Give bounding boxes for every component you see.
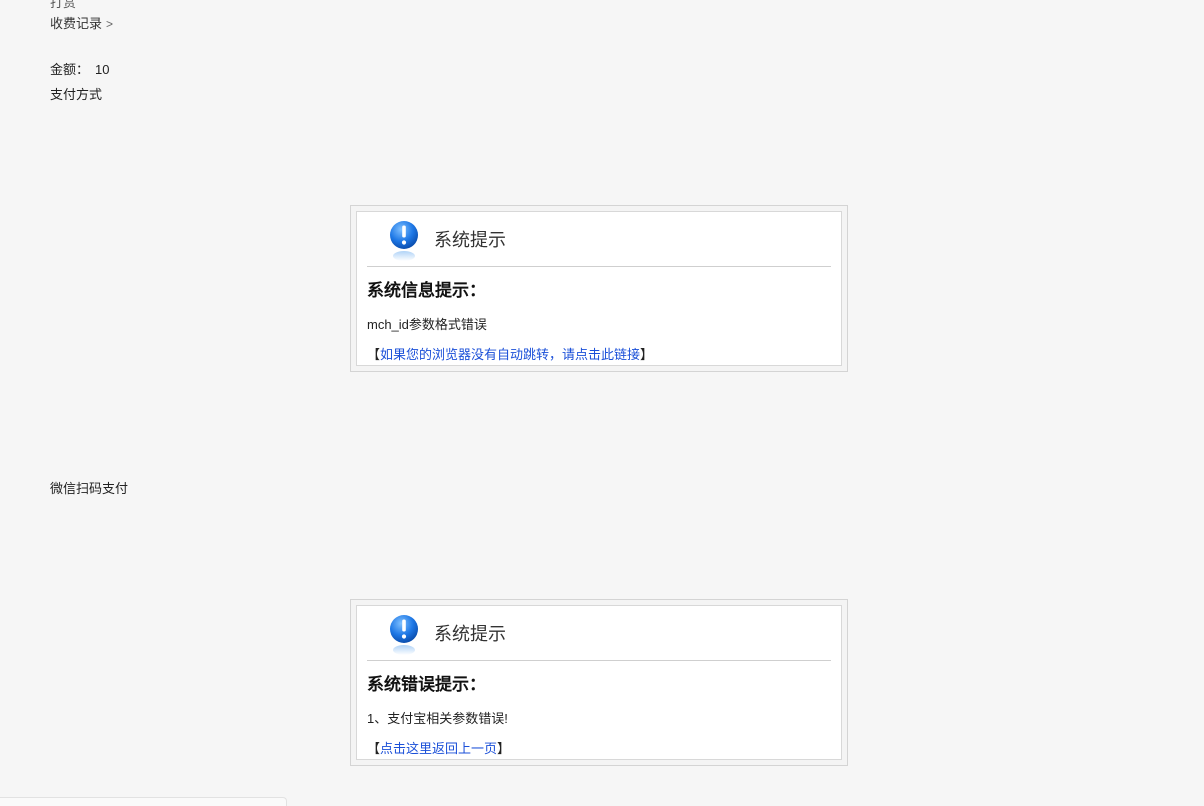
message-subtitle: 系统信息提示： [367, 281, 486, 300]
bracket-close: 】 [497, 741, 511, 756]
redirect-link[interactable]: 如果您的浏览器没有自动跳转，请点击此链接 [380, 347, 640, 362]
breadcrumb-label: 收费记录 [50, 16, 103, 31]
message-text: mch_id参数格式错误 [367, 317, 487, 332]
back-link[interactable]: 点击这里返回上一页 [380, 741, 497, 756]
system-message-panel: 系统提示 系统信息提示： mch_id参数格式错误 【如果您的浏览器没有自动跳转… [356, 211, 842, 366]
amount-value: 10 [95, 62, 110, 77]
system-error-panel: 系统提示 系统错误提示： 1、支付宝相关参数错误! 【点击这里返回上一页】 [356, 605, 842, 760]
amount-label: 金额： [50, 62, 90, 77]
message-link-line: 【如果您的浏览器没有自动跳转，请点击此链接】 [367, 344, 653, 363]
message-header-title: 系统提示 [434, 230, 506, 250]
bracket-open: 【 [367, 347, 381, 362]
chevron-right-icon: > [106, 17, 114, 31]
message-link-line: 【点击这里返回上一页】 [367, 738, 510, 757]
breadcrumb-payment-records[interactable]: 收费记录 > [50, 13, 113, 32]
page: 打赏 收费记录 > 金额： 10 支付方式 系统提示 系统信息提示： mch_i… [0, 0, 1204, 806]
bottom-panel-edge [0, 797, 287, 806]
bracket-open: 【 [367, 741, 381, 756]
payment-method-label: 支付方式 [50, 87, 103, 102]
system-message-box: 系统提示 系统信息提示： mch_id参数格式错误 【如果您的浏览器没有自动跳转… [350, 205, 848, 372]
message-text: 1、支付宝相关参数错误! [367, 711, 508, 726]
message-header: 系统提示 [367, 606, 831, 661]
info-exclamation-icon [390, 615, 418, 655]
system-error-box: 系统提示 系统错误提示： 1、支付宝相关参数错误! 【点击这里返回上一页】 [350, 599, 848, 766]
wechat-scan-pay-label: 微信扫码支付 [50, 481, 129, 496]
info-exclamation-icon [390, 221, 418, 261]
message-header: 系统提示 [367, 212, 831, 267]
cut-off-label: 打赏 [50, 0, 77, 10]
message-header-title: 系统提示 [434, 624, 506, 644]
amount-row: 金额： 10 [50, 59, 109, 78]
message-subtitle: 系统错误提示： [367, 675, 486, 694]
bracket-close: 】 [640, 347, 654, 362]
